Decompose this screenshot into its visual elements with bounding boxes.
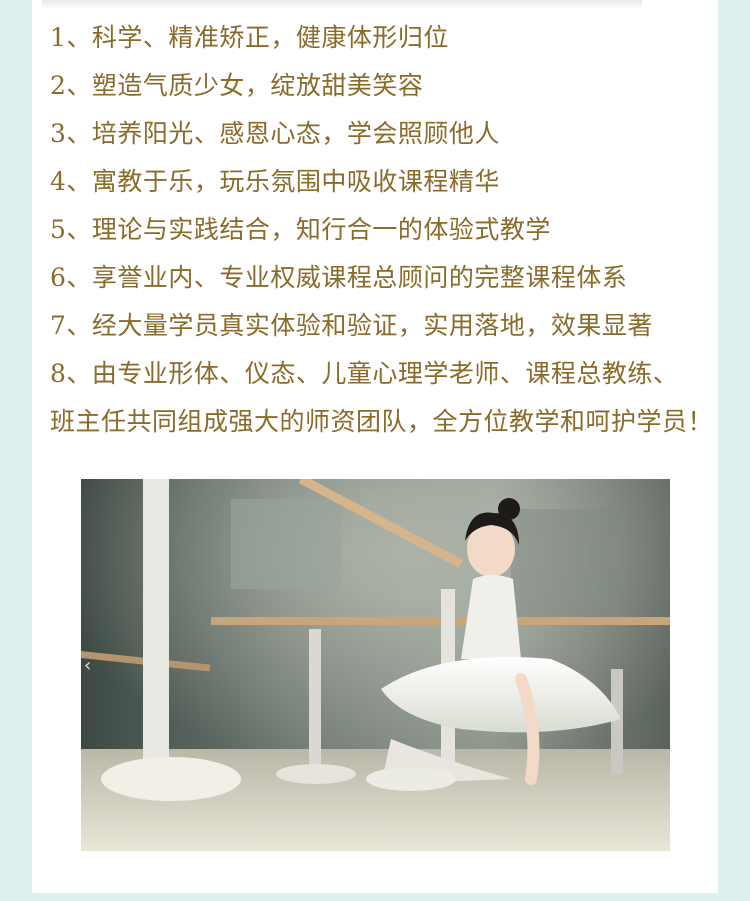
feature-item-3: 3、培养阳光、感恩心态，学会照顾他人 [50, 119, 500, 148]
feature-item-5: 5、理论与实践结合，知行合一的体验式教学 [50, 215, 551, 244]
feature-item-8-continued: 班主任共同组成强大的师资团队，全方位教学和呵护学员！ [50, 407, 714, 436]
carousel-prev-button[interactable]: ‹ [84, 655, 91, 676]
ballet-photo [81, 479, 670, 851]
feature-item-2: 2、塑造气质少女，绽放甜美笑容 [50, 71, 424, 100]
feature-item-8: 8、由专业形体、仪态、儿童心理学老师、课程总教练、 [50, 359, 679, 388]
feature-item-6: 6、享誉业内、专业权威课程总顾问的完整课程体系 [50, 263, 628, 292]
feature-list: 1、科学、精准矫正，健康体形归位 2、塑造气质少女，绽放甜美笑容 3、培养阳光、… [50, 14, 714, 446]
feature-item-1: 1、科学、精准矫正，健康体形归位 [50, 23, 449, 52]
top-divider [42, 0, 642, 10]
feature-item-4: 4、寓教于乐，玩乐氛围中吸收课程精华 [50, 167, 500, 196]
feature-item-7: 7、经大量学员真实体验和验证，实用落地，效果显著 [50, 311, 653, 340]
